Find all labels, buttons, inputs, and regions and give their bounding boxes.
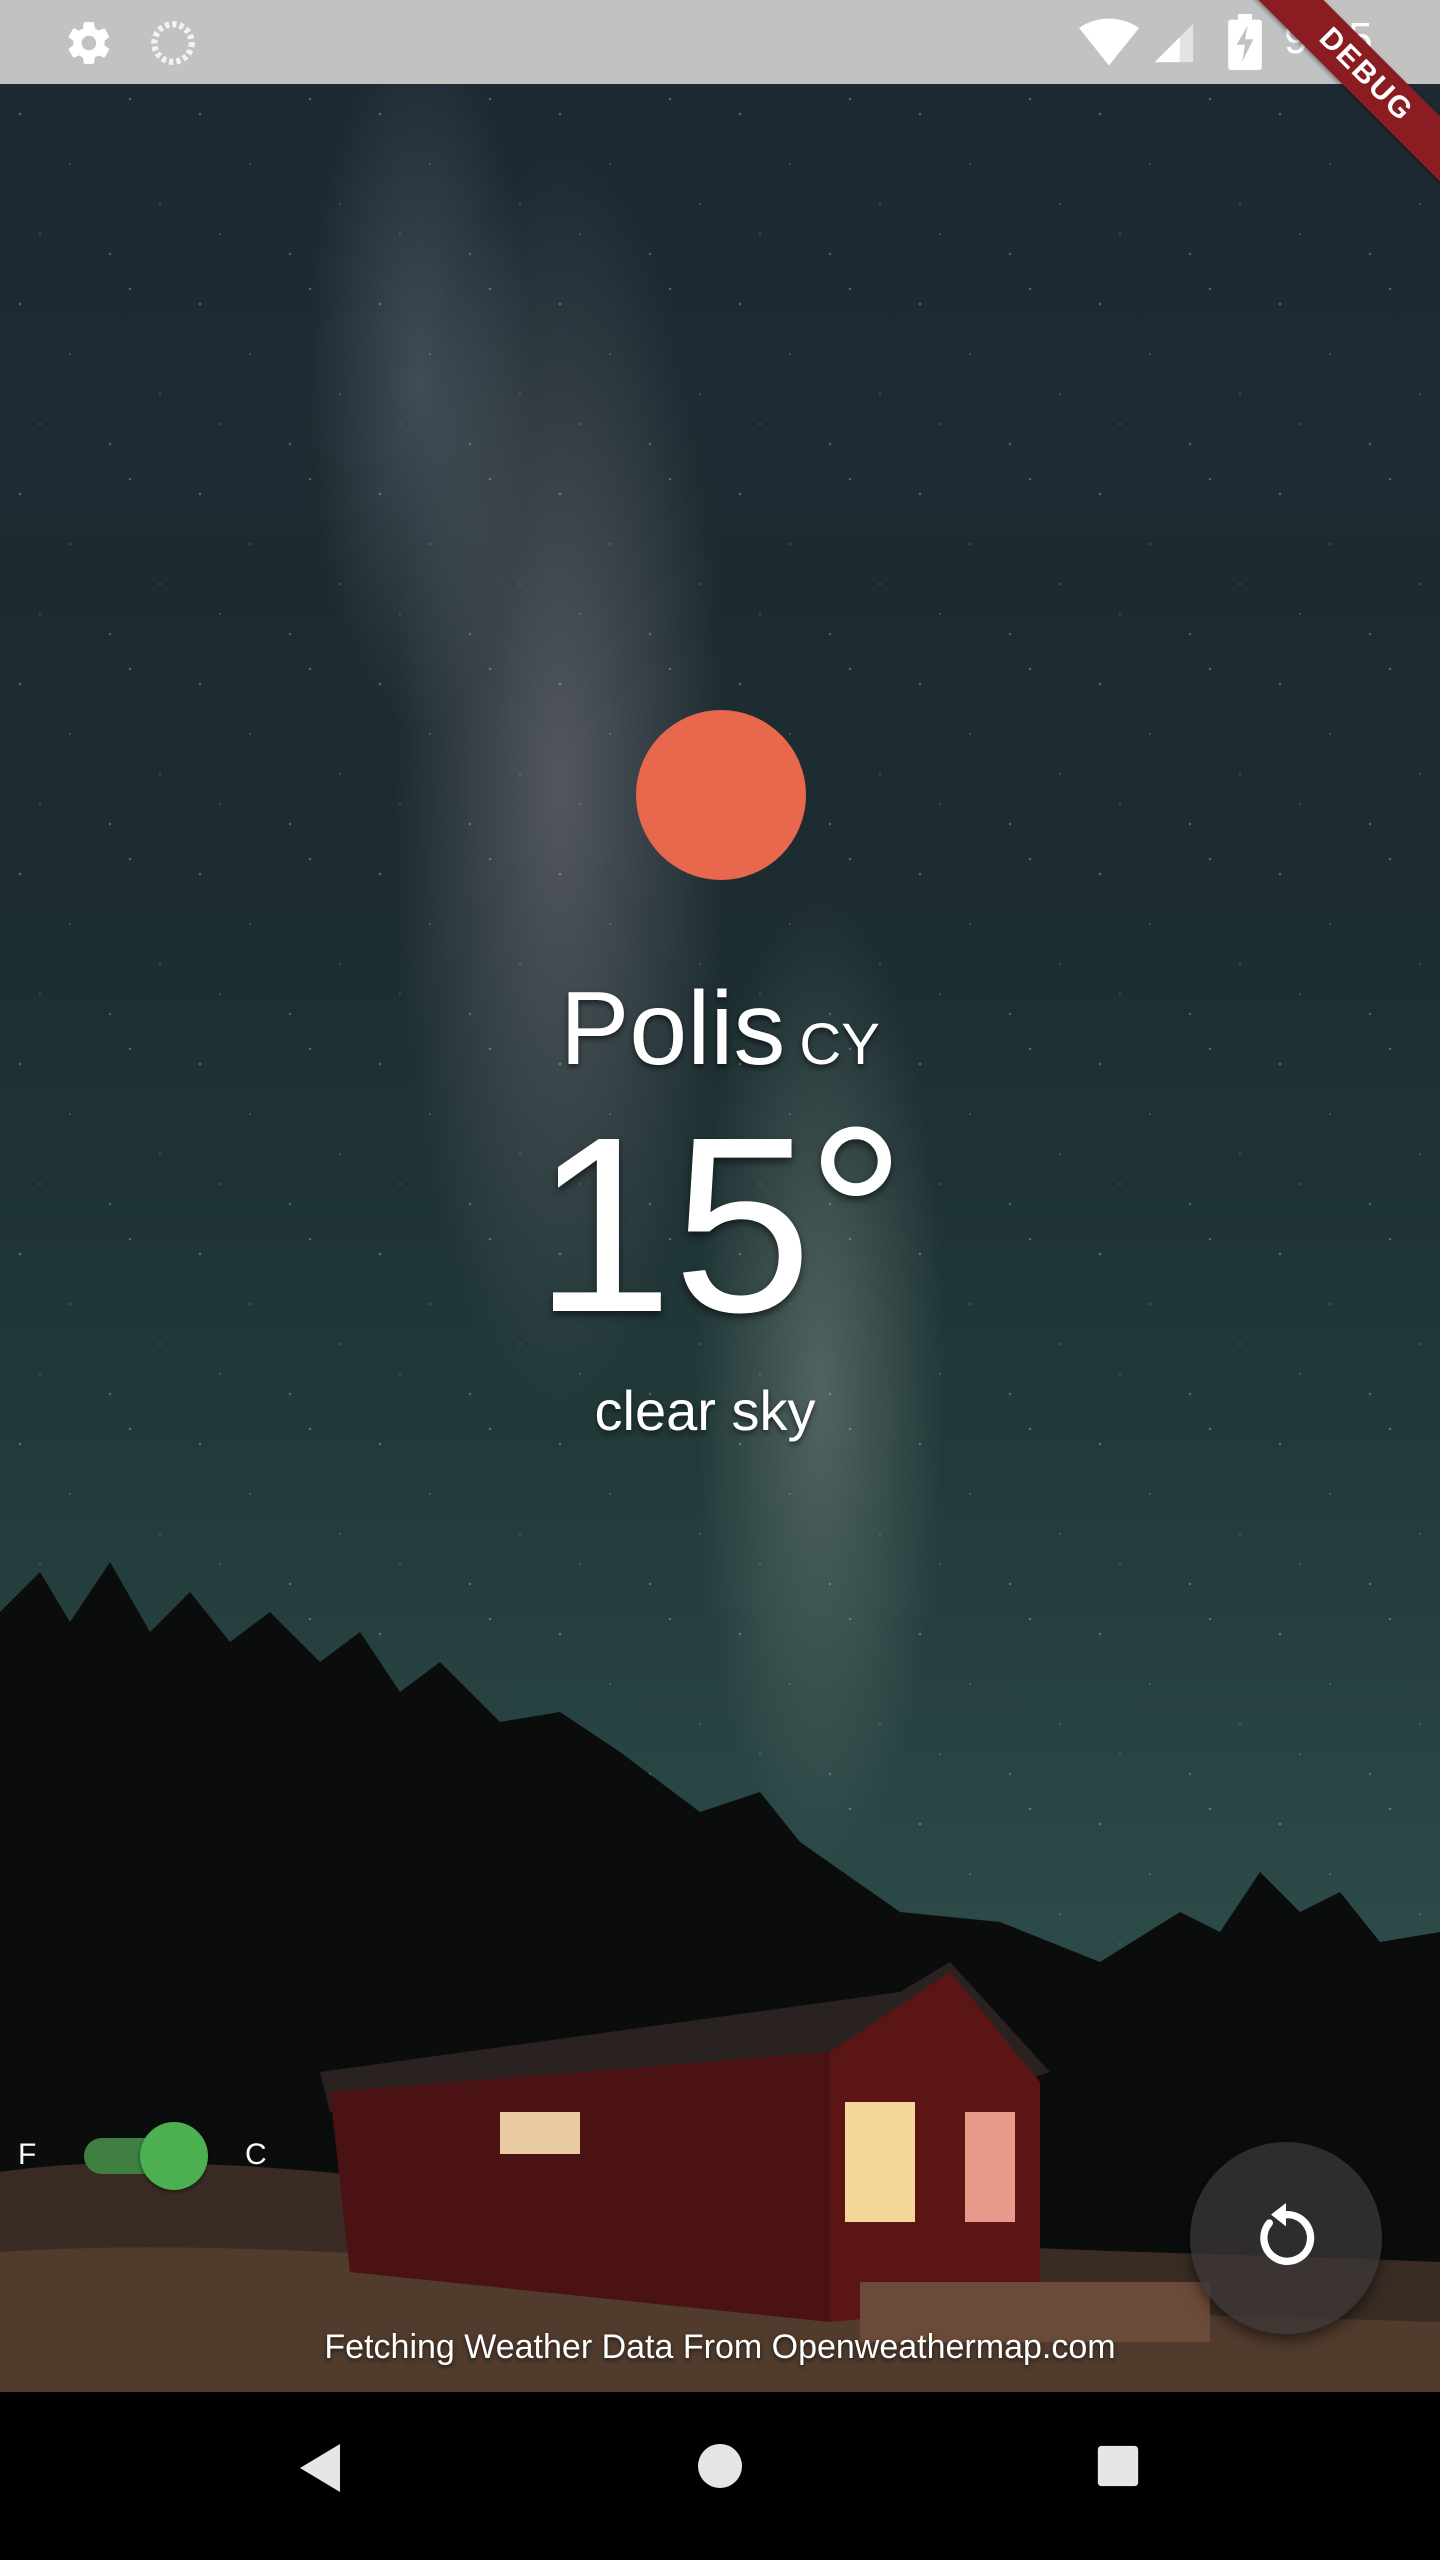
loading-circle-icon (151, 21, 195, 65)
battery-charging-icon (1228, 14, 1262, 70)
gear-icon (68, 22, 110, 64)
degree-symbol: ° (806, 1075, 907, 1354)
temperature: 15° (0, 1090, 1440, 1350)
refresh-icon (1260, 2203, 1315, 2265)
city-name: Polis (560, 971, 786, 1087)
cell-signal-icon (1154, 23, 1194, 63)
unit-label-celsius: C (245, 2138, 267, 2171)
status-bar: 9:15 (0, 0, 1440, 84)
country-code: CY (799, 1012, 880, 1077)
refresh-button[interactable] (1190, 2142, 1382, 2334)
unit-label-fahrenheit: F (18, 2138, 37, 2171)
status-time: 9:15 (1284, 14, 1374, 63)
wifi-icon (1079, 18, 1139, 66)
recent-apps-icon[interactable] (1096, 2444, 1140, 2488)
home-icon[interactable] (696, 2442, 744, 2490)
sun-icon (636, 710, 806, 880)
navigation-bar (0, 2392, 1440, 2560)
location: Polis CY (0, 970, 1440, 1089)
back-icon[interactable] (296, 2442, 344, 2494)
toggle-knob (140, 2122, 208, 2190)
data-source-text: Fetching Weather Data From Openweatherma… (324, 2328, 1116, 2366)
temperature-value: 15 (533, 1085, 813, 1364)
weather-description: clear sky (594, 1379, 816, 1442)
unit-toggle-switch[interactable] (80, 2122, 210, 2190)
